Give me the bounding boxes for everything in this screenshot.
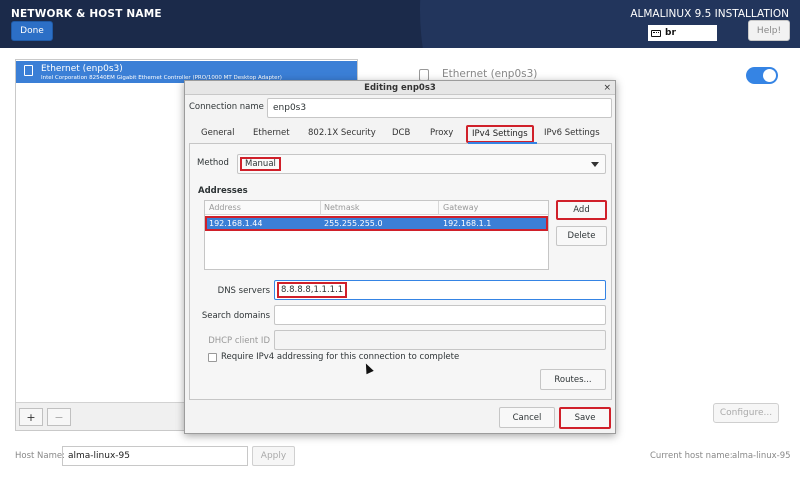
help-button[interactable]: Help! bbox=[748, 20, 790, 41]
dialog-title: Editing enp0s3 bbox=[185, 81, 615, 95]
keyboard-icon bbox=[651, 29, 661, 37]
routes-button[interactable]: Routes... bbox=[540, 369, 606, 390]
netmask-cell: 255.255.255.0 bbox=[324, 219, 383, 228]
save-button[interactable]: Save bbox=[559, 407, 611, 429]
current-host-name-label: Current host name: bbox=[650, 451, 733, 461]
keyboard-layout-label: br bbox=[665, 28, 676, 38]
search-domains-input[interactable] bbox=[274, 305, 606, 325]
tab-proxy[interactable]: Proxy bbox=[430, 128, 453, 138]
require-ipv4-label[interactable]: Require IPv4 addressing for this connect… bbox=[221, 352, 459, 362]
method-dropdown[interactable]: Manual bbox=[237, 154, 606, 174]
dns-servers-input[interactable]: 8.8.8.8,1.1.1.1 bbox=[274, 280, 606, 300]
require-ipv4-checkbox[interactable] bbox=[208, 353, 217, 362]
configure-button[interactable]: Configure... bbox=[713, 403, 779, 423]
table-row[interactable]: 192.168.1.44 255.255.255.0 192.168.1.1 bbox=[205, 216, 548, 231]
connection-name-label: Connection name bbox=[189, 102, 264, 112]
connection-name-input[interactable]: enp0s3 bbox=[267, 98, 612, 118]
column-header-gateway[interactable]: Gateway bbox=[443, 203, 478, 212]
tab-ipv6-settings[interactable]: IPv6 Settings bbox=[544, 128, 600, 138]
addresses-table-header: Address Netmask Gateway bbox=[205, 201, 548, 215]
dns-servers-value: 8.8.8.8,1.1.1.1 bbox=[277, 282, 348, 298]
method-value: Manual bbox=[240, 157, 281, 171]
addresses-table: Address Netmask Gateway 192.168.1.44 255… bbox=[204, 200, 549, 270]
top-header: NETWORK & HOST NAME Done ALMALINUX 9.5 I… bbox=[0, 0, 800, 48]
dhcp-client-id-input bbox=[274, 330, 606, 350]
done-button[interactable]: Done bbox=[11, 21, 53, 41]
page-title: NETWORK & HOST NAME bbox=[11, 8, 162, 20]
dhcp-client-id-label: DHCP client ID bbox=[208, 336, 270, 346]
column-divider bbox=[438, 201, 439, 215]
interface-toggle-switch[interactable] bbox=[746, 67, 778, 84]
address-cell: 192.168.1.44 bbox=[209, 219, 263, 228]
tab-general[interactable]: General bbox=[201, 128, 235, 138]
tab-ipv4-settings[interactable]: IPv4 Settings bbox=[466, 125, 534, 143]
current-host-name-value: alma-linux-95 bbox=[732, 451, 791, 461]
chevron-down-icon bbox=[591, 162, 599, 167]
cancel-button[interactable]: Cancel bbox=[499, 407, 555, 428]
ethernet-icon bbox=[24, 65, 33, 76]
dns-servers-label: DNS servers bbox=[217, 286, 270, 296]
addresses-heading: Addresses bbox=[198, 186, 248, 196]
column-header-netmask[interactable]: Netmask bbox=[324, 203, 360, 212]
keyboard-layout-indicator[interactable]: br bbox=[648, 25, 717, 41]
tab-ethernet[interactable]: Ethernet bbox=[253, 128, 290, 138]
host-name-label: Host Name: bbox=[15, 451, 65, 461]
detail-interface-name: Ethernet (enp0s3) bbox=[442, 68, 538, 80]
installation-title: ALMALINUX 9.5 INSTALLATION bbox=[630, 8, 789, 20]
settings-tabs: General Ethernet 802.1X Security DCB Pro… bbox=[189, 124, 612, 144]
search-domains-label: Search domains bbox=[201, 311, 270, 321]
add-interface-button[interactable]: + bbox=[19, 408, 43, 426]
close-icon[interactable]: × bbox=[603, 81, 611, 95]
interface-name: Ethernet (enp0s3) bbox=[41, 64, 123, 74]
host-name-input[interactable]: alma-linux-95 bbox=[62, 446, 248, 466]
apply-button[interactable]: Apply bbox=[252, 446, 295, 466]
tab-8021x-security[interactable]: 802.1X Security bbox=[308, 128, 376, 138]
column-divider bbox=[320, 201, 321, 215]
edit-connection-dialog: Editing enp0s3 × Connection name enp0s3 … bbox=[184, 80, 616, 434]
method-label: Method bbox=[197, 158, 229, 168]
remove-interface-button[interactable]: − bbox=[47, 408, 71, 426]
tab-dcb[interactable]: DCB bbox=[392, 128, 410, 138]
ipv4-settings-panel: Method Manual Addresses Address Netmask … bbox=[189, 144, 612, 400]
delete-address-button[interactable]: Delete bbox=[556, 226, 607, 246]
column-header-address[interactable]: Address bbox=[209, 203, 241, 212]
gateway-cell: 192.168.1.1 bbox=[443, 219, 492, 228]
add-address-button[interactable]: Add bbox=[556, 200, 607, 220]
